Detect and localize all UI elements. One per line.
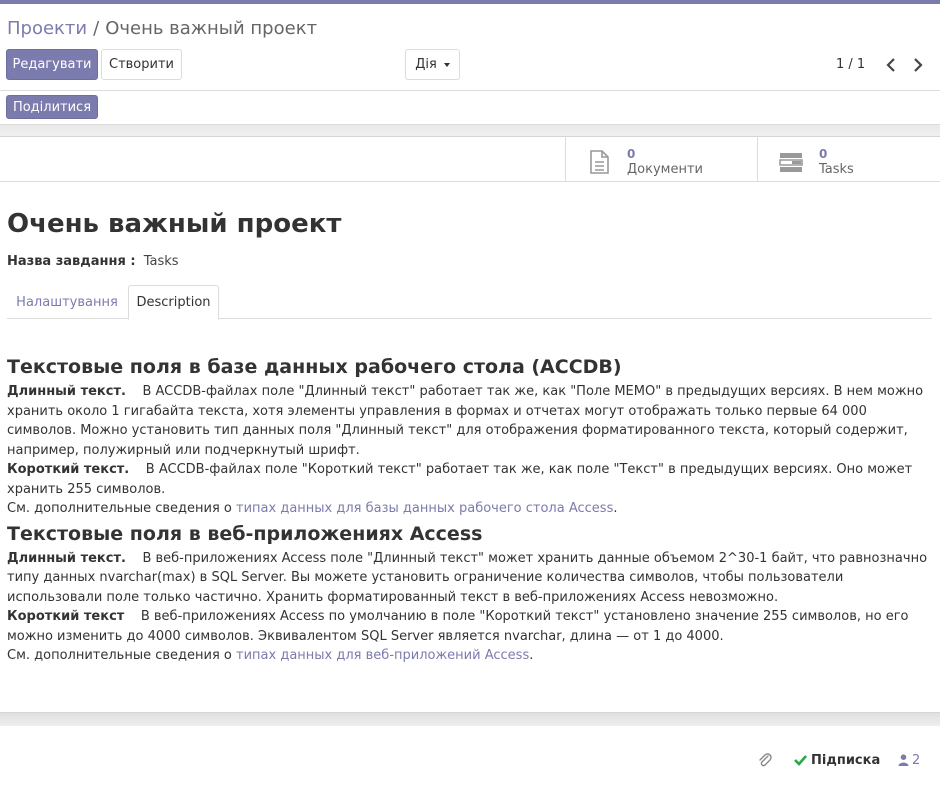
tasks-stat-button[interactable]: 0 Tasks — [757, 137, 940, 182]
section-heading: Текстовые поля в веб-приложениях Access — [7, 522, 483, 545]
paragraph: Короткий текст В веб-приложениях Access … — [7, 607, 932, 646]
breadcrumb: Проекти / Очень важный проект — [7, 18, 317, 39]
paragraph: Короткий текст. В ACCDB-файлах поле "Кор… — [7, 460, 932, 499]
paragraph-text: См. дополнительные сведения о — [7, 648, 232, 663]
file-text-icon — [590, 150, 609, 174]
share-button-label: Поділитися — [12, 99, 92, 115]
tab-settings[interactable]: Налаштування — [7, 285, 127, 319]
chevron-left-icon — [886, 58, 895, 72]
breadcrumb-current: Очень важный проект — [105, 18, 318, 39]
documents-stat-button[interactable]: 0 Документи — [565, 137, 757, 182]
sheet-background — [0, 125, 940, 137]
access-desktop-data-types-link[interactable]: типах данных для базы данных рабочего ст… — [236, 501, 613, 516]
follow-button-label: Підписка — [811, 752, 881, 768]
paragraph: См. дополнительные сведения о типах данн… — [7, 646, 932, 666]
chatter-topbar: Підписка 2 — [0, 726, 940, 798]
chevron-right-icon — [914, 58, 923, 72]
pager-previous-button[interactable] — [881, 54, 901, 76]
stat-button-box: 0 Документи 0 Tasks — [0, 137, 940, 182]
breadcrumb-link-projects[interactable]: Проекти — [7, 18, 87, 39]
paragraph-bold: Короткий текст. — [7, 462, 130, 477]
tab-description[interactable]: Description — [128, 285, 219, 320]
edit-button[interactable]: Редагувати — [6, 49, 98, 80]
paragraph-text: В веб-приложениях Access по умолчанию в … — [7, 609, 909, 644]
followers-count: 2 — [912, 752, 921, 768]
paragraph: Длинный текст. В веб-приложениях Access … — [7, 549, 932, 608]
paragraph-text: В веб-приложениях Access поле "Длинный т… — [7, 550, 928, 605]
followers-button[interactable]: 2 — [898, 751, 920, 769]
attachment-button[interactable] — [757, 752, 773, 768]
documents-count: 0 — [627, 147, 636, 161]
paragraph-text: В ACCDB-файлах поле "Короткий текст" раб… — [7, 462, 913, 497]
description-content: Текстовые поля в базе данных рабочего ст… — [7, 352, 932, 666]
section-heading: Текстовые поля в базе данных рабочего ст… — [7, 356, 622, 378]
task-name-label: Назва завдання : — [7, 254, 136, 269]
tasks-icon — [779, 153, 803, 172]
paragraph-bold: Короткий текст — [7, 609, 125, 624]
paragraph-text: См. дополнительные сведения о — [7, 501, 232, 516]
documents-label: Документи — [627, 162, 703, 177]
tasks-count: 0 — [819, 147, 828, 161]
create-button[interactable]: Створити — [101, 49, 182, 80]
breadcrumb-separator: / — [93, 18, 100, 39]
user-icon — [898, 754, 909, 766]
create-button-label: Створити — [109, 57, 174, 72]
record-title: Очень важный проект — [7, 209, 342, 239]
task-name-value: Tasks — [143, 254, 179, 269]
edit-button-label: Редагувати — [12, 57, 92, 72]
paragraph-bold: Длинный текст. — [7, 384, 126, 399]
check-icon — [794, 755, 807, 766]
paperclip-icon — [759, 753, 772, 767]
pager-next-button[interactable] — [908, 54, 928, 76]
notebook-tabs: Налаштування Description — [7, 285, 932, 320]
task-name-field: Назва завдання : Tasks — [7, 254, 179, 269]
control-panel: Проекти / Очень важный проект Редагувати С… — [0, 4, 940, 90]
access-web-apps-data-types-link[interactable]: типах данных для веб-приложений Access — [236, 648, 529, 663]
action-dropdown-label: Дія — [415, 57, 437, 72]
tasks-label: Tasks — [819, 162, 854, 177]
pager-value[interactable]: 1 / 1 — [836, 57, 865, 72]
form-statusbar: Поділитися — [0, 91, 940, 125]
follow-button[interactable]: Підписка — [794, 751, 880, 769]
caret-down-icon — [443, 62, 450, 67]
paragraph: См. дополнительные сведения о типах данн… — [7, 499, 932, 519]
paragraph-text: . — [613, 501, 618, 516]
paragraph: Длинный текст. В ACCDB-файлах поле "Длин… — [7, 382, 932, 460]
sheet-background — [0, 712, 940, 726]
paragraph-text: . — [529, 648, 534, 663]
share-button[interactable]: Поділитися — [6, 95, 98, 119]
action-dropdown[interactable]: Дія — [405, 49, 460, 80]
paragraph-bold: Длинный текст. — [7, 550, 126, 566]
paragraph-text: В ACCDB-файлах поле "Длинный текст" рабо… — [7, 384, 924, 458]
